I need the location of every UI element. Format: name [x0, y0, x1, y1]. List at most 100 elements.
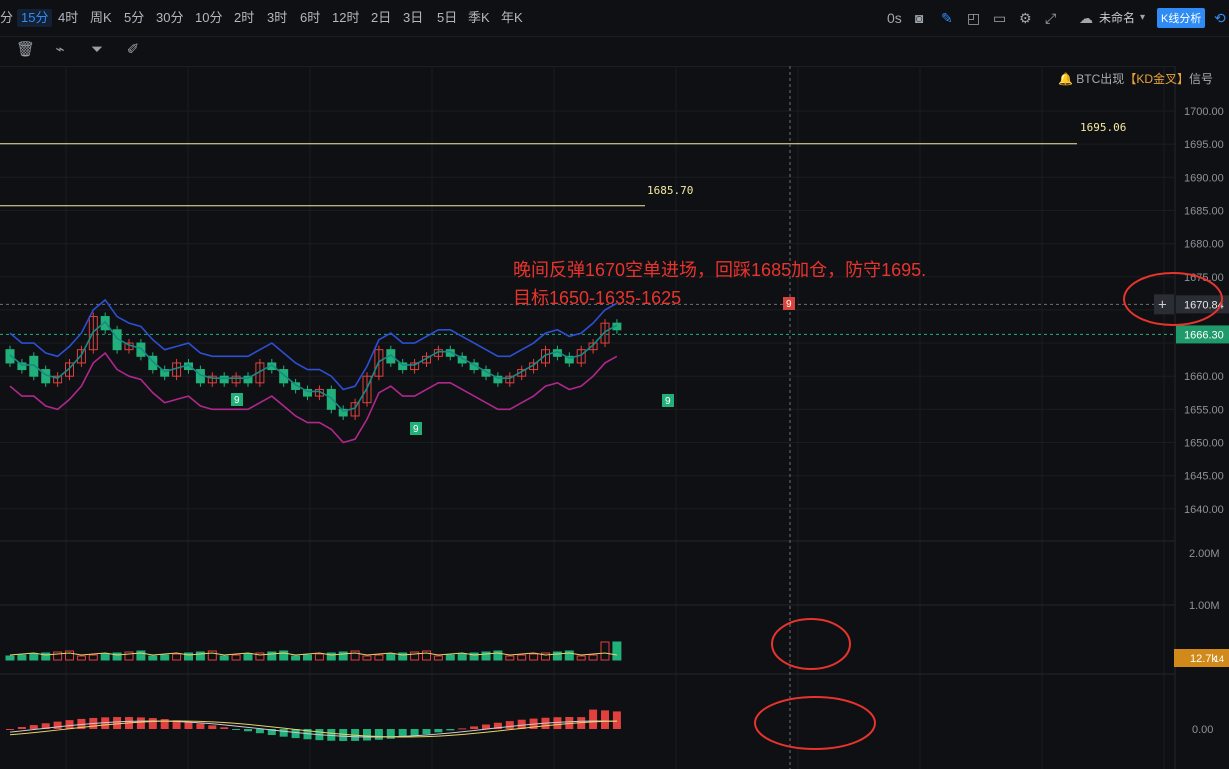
ma-middle-line — [9, 320, 618, 413]
macd-bar — [255, 729, 264, 734]
volume-bar — [422, 650, 431, 661]
chevron-down-icon[interactable]: ▾ — [1140, 9, 1145, 27]
tab-timeframe-5[interactable]: 30分 — [156, 9, 183, 27]
macd-bar — [553, 717, 562, 729]
macd-bar — [446, 729, 455, 731]
volume-bar — [564, 650, 574, 661]
volume-bar — [195, 651, 205, 661]
macd-bar — [434, 729, 443, 733]
tab-timeframe-10[interactable]: 12时 — [332, 9, 359, 27]
volume-bar — [410, 651, 420, 661]
volume-bar — [350, 650, 360, 661]
volume-bar — [433, 655, 443, 661]
macd-bar — [136, 717, 145, 729]
tab-timeframe-15[interactable]: 年K — [501, 9, 523, 27]
macd-bar — [160, 719, 169, 729]
sync-icon[interactable]: ⟲ — [1214, 9, 1226, 27]
layout-icon[interactable]: ▭ — [993, 9, 1006, 27]
tab-timeframe-6[interactable]: 10分 — [195, 9, 222, 27]
price-chart[interactable]: 1700.001695.001690.001685.001680.001675.… — [0, 66, 1229, 769]
signal-banner: 🔔 BTC出现【KD金叉】信号 — [1058, 70, 1213, 87]
macd-bar — [208, 725, 217, 729]
volume-bar — [552, 651, 562, 661]
price-axis-label: 1655.00 — [1184, 404, 1224, 416]
volume-bar — [148, 655, 158, 661]
edit-box-icon[interactable]: ✐ — [124, 41, 142, 59]
annotation-line1: 晚间反弹1670空单进场，回踩1685加仓，防守1695. — [513, 260, 927, 280]
camera-icon[interactable]: ◙ — [915, 9, 923, 27]
price-axis-label: 1660.00 — [1184, 371, 1224, 383]
tab-timeframe-0[interactable]: 分 — [0, 9, 13, 27]
annotation-icon[interactable]: ◰ — [967, 9, 980, 27]
macd-line — [9, 720, 617, 738]
volume-bar — [5, 655, 15, 661]
price-axis-label: 1650.00 — [1184, 438, 1224, 450]
macd-bar — [374, 729, 383, 740]
tab-timeframe-7[interactable]: 2时 — [234, 9, 254, 27]
volume-bar — [207, 650, 217, 661]
tab-timeframe-4[interactable]: 5分 — [124, 9, 144, 27]
magnet-icon[interactable]: ⌁ — [51, 41, 69, 59]
filter-icon[interactable]: ⏷ — [88, 41, 106, 59]
tab-timeframe-3[interactable]: 周K — [90, 9, 112, 27]
volume-bar — [386, 653, 396, 661]
countdown: 0s — [887, 10, 902, 26]
pencil-icon[interactable]: ✎ — [941, 9, 953, 27]
volume-axis-label: 1.00M — [1189, 600, 1220, 612]
macd-bar — [6, 729, 14, 730]
drawing-toolbar: 🗑 ⌁ ⏷ ✐ — [0, 36, 1229, 67]
price-axis-label: 1685.00 — [1184, 205, 1224, 217]
tab-timeframe-13[interactable]: 5日 — [437, 9, 457, 27]
tab-timeframe-2[interactable]: 4时 — [58, 9, 78, 27]
gear-icon[interactable]: ⚙ — [1019, 9, 1032, 27]
volume-bar — [160, 654, 170, 661]
macd-bar — [29, 725, 38, 729]
tab-timeframe-11[interactable]: 2日 — [371, 9, 391, 27]
macd-bar — [589, 709, 598, 729]
volume-bar — [303, 654, 312, 661]
macd-bar — [363, 729, 371, 741]
volume-bar — [88, 654, 98, 661]
fullscreen-icon[interactable]: ⤢ — [1045, 9, 1056, 27]
macd-bar — [458, 728, 467, 730]
td-label: 9 — [786, 299, 792, 310]
macd-axis-label: 0.00 — [1192, 724, 1213, 736]
highlight-circle-volume — [771, 618, 851, 670]
top-bar: 分 15分 4时 周K 5分 30分 10分 2时 3时 6时 12时 2日 3日 5日 季K 年K 0s ◙… — [0, 0, 1229, 37]
tab-timeframe-8[interactable]: 3时 — [267, 9, 287, 27]
volume-bar — [172, 653, 182, 661]
volume-bar — [481, 651, 491, 661]
volume-bar — [445, 654, 455, 661]
tab-timeframe-12[interactable]: 3日 — [403, 9, 423, 27]
volume-bar — [17, 654, 27, 661]
volume-bar — [314, 653, 324, 661]
macd-bar — [505, 721, 514, 729]
price-axis-label: 1640.00 — [1184, 504, 1224, 516]
volume-bar — [136, 650, 146, 661]
volume-bar — [291, 655, 301, 661]
signal-prefix: BTC出现 — [1076, 72, 1125, 86]
macd-bar — [53, 721, 62, 729]
kline-analysis-button[interactable]: K线分析 — [1157, 8, 1206, 28]
macd-bar — [612, 711, 621, 729]
price-axis-label: 1700.00 — [1184, 106, 1224, 118]
tab-timeframe-14[interactable]: 季K — [468, 9, 490, 27]
tab-timeframe-9[interactable]: 6时 — [300, 9, 320, 27]
volume-bar — [243, 653, 253, 661]
candle — [219, 375, 229, 384]
volume-bar — [53, 651, 63, 661]
current-price-label: 1666.30 — [1184, 329, 1224, 341]
bell-icon: 🔔 — [1058, 72, 1073, 86]
layout-name[interactable]: 未命名 — [1099, 9, 1135, 27]
volume-bar — [362, 655, 372, 661]
macd-bar — [244, 729, 252, 732]
volume-bar — [100, 653, 110, 661]
price-axis-label: 1645.00 — [1184, 471, 1224, 483]
macd-bar — [470, 726, 479, 729]
macd-bar — [279, 729, 288, 737]
tab-timeframe-1[interactable]: 15分 — [17, 9, 53, 27]
macd-bar — [196, 723, 205, 729]
macd-bar — [220, 727, 229, 729]
cloud-icon[interactable]: ☁ — [1079, 9, 1093, 27]
trash-icon[interactable]: 🗑 — [16, 41, 35, 59]
